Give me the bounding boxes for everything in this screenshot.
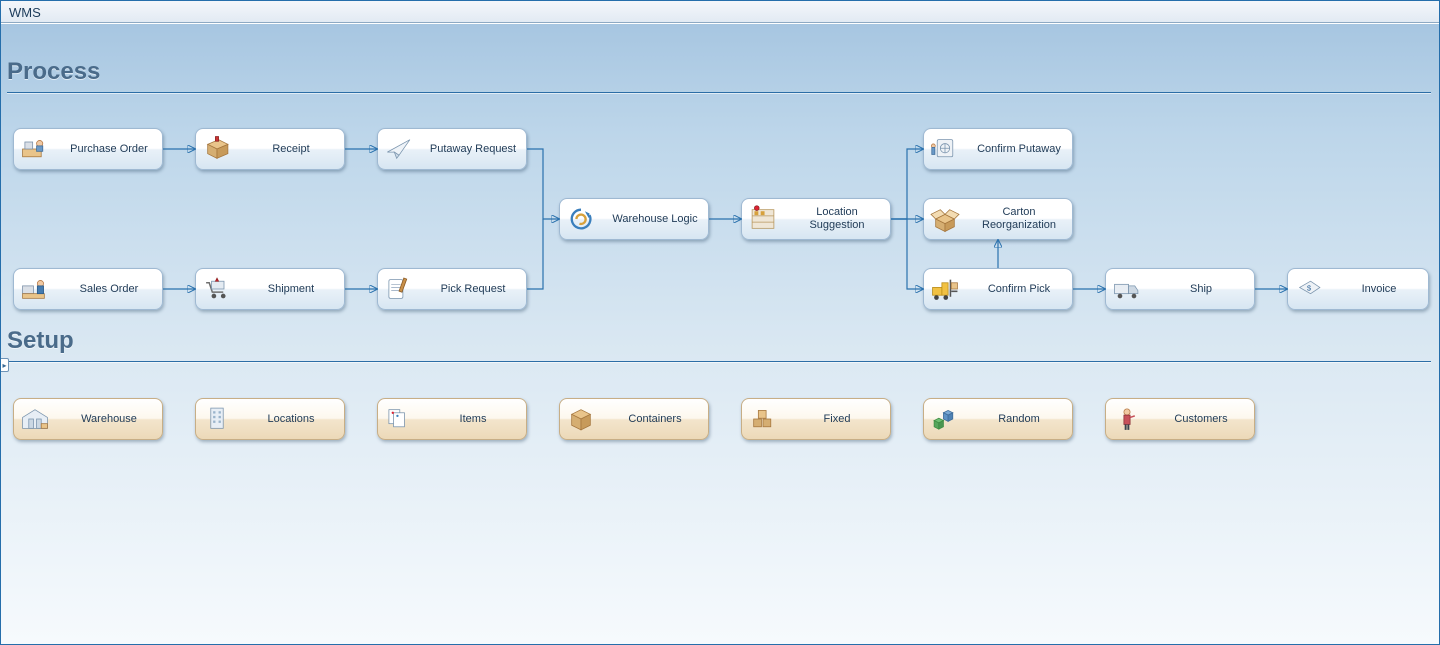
- section-rule-setup: [7, 361, 1431, 363]
- node-label: Locations: [238, 413, 344, 426]
- cycle-arrows-icon: [560, 199, 602, 239]
- workflow-canvas: Process Purchase Order Receipt Putaway R…: [1, 23, 1439, 644]
- item-tags-icon: [378, 399, 420, 439]
- window-title: WMS: [9, 5, 41, 20]
- node-label: Putaway Request: [420, 143, 526, 156]
- worker-pc-icon: [14, 269, 56, 309]
- node-shipment[interactable]: Shipment: [195, 268, 345, 310]
- node-fixed[interactable]: Fixed: [741, 398, 891, 440]
- node-carton-reorg[interactable]: Carton Reorganization: [923, 198, 1073, 240]
- node-containers[interactable]: Containers: [559, 398, 709, 440]
- section-rule-process: [7, 92, 1431, 94]
- receipt-icon: [196, 129, 238, 169]
- node-label: Warehouse Logic: [602, 213, 708, 226]
- warehouse-building-icon: [14, 399, 56, 439]
- section-heading-setup: Setup: [7, 327, 74, 355]
- node-locations[interactable]: Locations: [195, 398, 345, 440]
- workflow-connectors: [1, 24, 1439, 644]
- stacked-boxes-icon: [742, 399, 784, 439]
- node-customers[interactable]: Customers: [1105, 398, 1255, 440]
- node-label: Ship: [1148, 283, 1254, 296]
- node-confirm-pick[interactable]: Confirm Pick: [923, 268, 1073, 310]
- node-label: Purchase Order: [56, 143, 162, 156]
- svg-text:$: $: [1307, 284, 1312, 293]
- node-label: Invoice: [1330, 283, 1428, 296]
- node-label: Items: [420, 413, 526, 426]
- node-confirm-putaway[interactable]: Confirm Putaway: [923, 128, 1073, 170]
- node-warehouse-logic[interactable]: Warehouse Logic: [559, 198, 709, 240]
- node-label: Containers: [602, 413, 708, 426]
- cart-icon: [196, 269, 238, 309]
- window-titlebar: WMS: [1, 1, 1439, 23]
- node-warehouse[interactable]: Warehouse: [13, 398, 163, 440]
- node-label: Shipment: [238, 283, 344, 296]
- node-label: Pick Request: [420, 283, 526, 296]
- forklift-icon: [924, 269, 966, 309]
- invoice-tag-icon: $: [1288, 269, 1330, 309]
- node-label: Receipt: [238, 143, 344, 156]
- node-label: Warehouse: [56, 413, 162, 426]
- node-label: Customers: [1148, 413, 1254, 426]
- node-purchase-order[interactable]: Purchase Order: [13, 128, 163, 170]
- node-location-suggestion[interactable]: Location Suggestion: [741, 198, 891, 240]
- node-label: Location Suggestion: [784, 206, 890, 231]
- panel-expand-handle[interactable]: ▸: [1, 358, 9, 372]
- desk-icon: [14, 129, 56, 169]
- node-random[interactable]: Random: [923, 398, 1073, 440]
- carton-icon: [560, 399, 602, 439]
- paper-plane-icon: [378, 129, 420, 169]
- random-cubes-icon: [924, 399, 966, 439]
- node-putaway-request[interactable]: Putaway Request: [377, 128, 527, 170]
- node-ship[interactable]: Ship: [1105, 268, 1255, 310]
- truck-icon: [1106, 269, 1148, 309]
- node-label: Confirm Putaway: [966, 143, 1072, 156]
- shelves-icon: [742, 199, 784, 239]
- node-invoice[interactable]: $ Invoice: [1287, 268, 1429, 310]
- office-building-icon: [196, 399, 238, 439]
- node-label: Sales Order: [56, 283, 162, 296]
- node-receipt[interactable]: Receipt: [195, 128, 345, 170]
- node-label: Fixed: [784, 413, 890, 426]
- node-label: Carton Reorganization: [966, 206, 1072, 231]
- customer-person-icon: [1106, 399, 1148, 439]
- node-pick-request[interactable]: Pick Request: [377, 268, 527, 310]
- clipboard-pen-icon: [378, 269, 420, 309]
- vault-icon: [924, 129, 966, 169]
- open-box-icon: [924, 199, 966, 239]
- node-sales-order[interactable]: Sales Order: [13, 268, 163, 310]
- node-label: Confirm Pick: [966, 283, 1072, 296]
- node-items[interactable]: Items: [377, 398, 527, 440]
- section-heading-process: Process: [7, 58, 100, 86]
- node-label: Random: [966, 413, 1072, 426]
